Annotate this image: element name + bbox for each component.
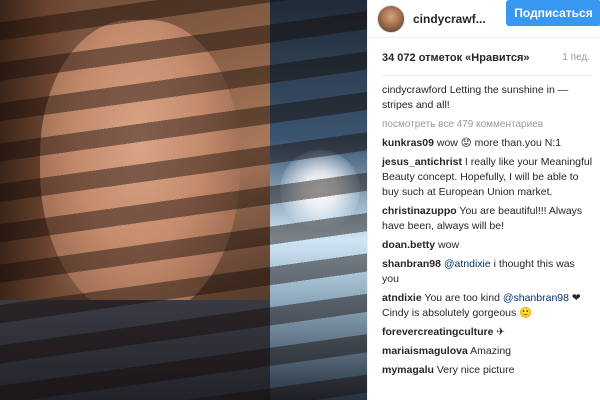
blind-shadows [0,0,367,400]
comment-username[interactable]: shanbran98 [382,258,441,270]
comment-username[interactable]: mariaismagulova [382,345,468,357]
comments-list: cindycrawford Letting the sunshine in — … [382,83,594,382]
comment-username[interactable]: atndixie [382,292,422,304]
caption-username[interactable]: cindycrawford [382,84,447,96]
avatar[interactable] [377,5,405,33]
post-photo[interactable] [0,0,367,400]
comment-username[interactable]: kunkras09 [382,137,434,149]
comment: shanbran98 @atndixie i thought this was … [382,257,594,287]
comment: doan.betty wow [382,238,594,253]
comment-text: Very nice picture [436,364,515,376]
comment: kunkras09 wow 😟 more than.you N:1 [382,136,594,151]
comment-text: Amazing [470,345,511,357]
likes-count[interactable]: 34 072 отметок «Нравится» [382,52,530,64]
comment: forevercreatingculture ✈ [382,325,594,340]
header-username[interactable]: cindycrawf... [413,12,486,26]
comment-username[interactable]: jesus_antichrist [382,156,462,168]
comment: mymagalu Very nice picture [382,363,594,378]
comment-username[interactable]: mymagalu [382,364,434,376]
comment-username[interactable]: forevercreatingculture [382,326,493,338]
comment-text: ✈ [496,326,506,338]
comment: mariaismagulova Amazing [382,344,594,359]
comment-text: You are too kind [424,292,503,304]
comment-text: wow [438,239,460,251]
divider [382,75,592,76]
post-header: cindycrawf... Подписаться [368,0,600,38]
comment: christinazuppo You are beautiful!!! Alwa… [382,204,594,234]
comment-text: wow 😟 more than.you N:1 [436,137,562,149]
view-all-comments-link[interactable]: посмотреть все 479 комментариев [382,117,594,132]
post-side-panel: cindycrawf... Подписаться 34 072 отметок… [367,0,600,400]
comment-mention[interactable]: @shanbran98 [503,292,569,304]
comment-username[interactable]: christinazuppo [382,205,457,217]
comment-username[interactable]: doan.betty [382,239,435,251]
caption: cindycrawford Letting the sunshine in — … [382,83,594,113]
follow-button[interactable]: Подписаться [506,0,600,26]
post-time: 1 пед. [562,52,590,63]
comment: jesus_antichrist I really like your Mean… [382,155,594,200]
comment: atndixie You are too kind @shanbran98 ❤ … [382,291,594,321]
comment-mention[interactable]: @atndixie [444,258,491,270]
